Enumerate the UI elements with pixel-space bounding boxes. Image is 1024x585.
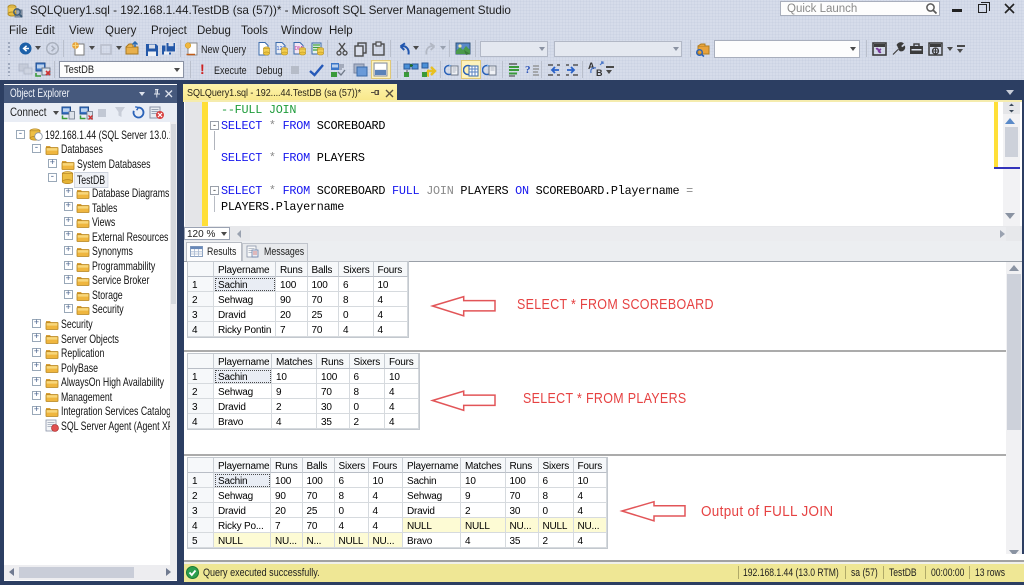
svg-text:B: B xyxy=(596,68,603,78)
svg-text:?: ? xyxy=(525,64,531,76)
